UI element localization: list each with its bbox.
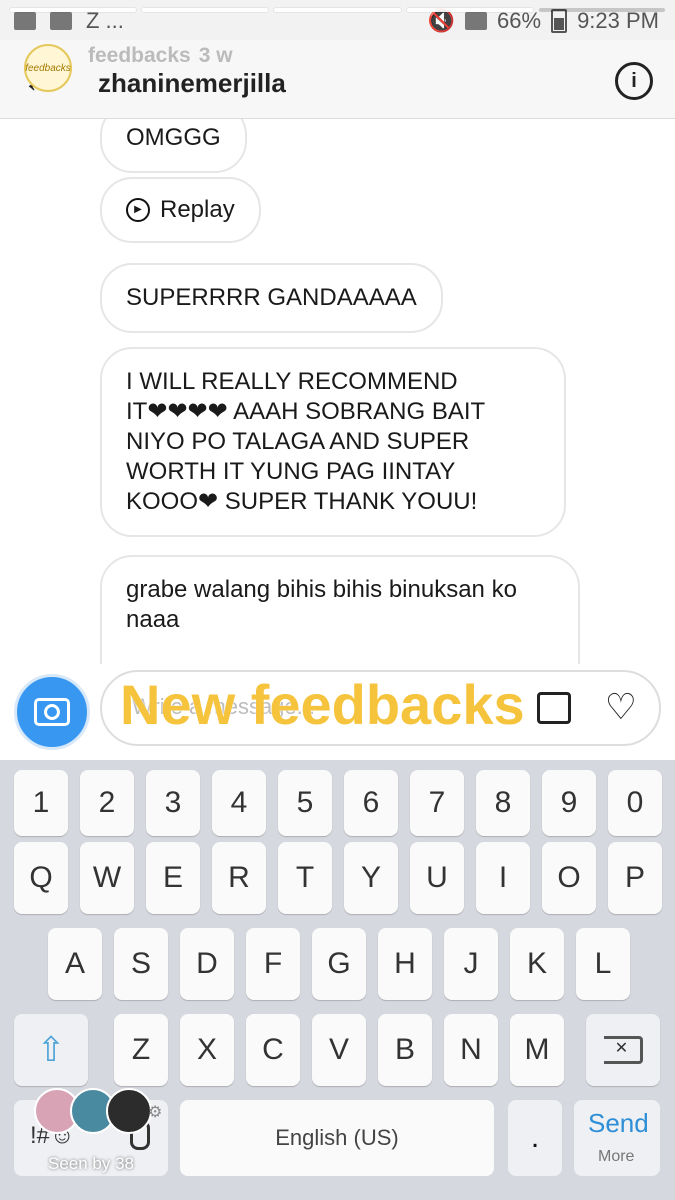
key-6[interactable]: 6 — [344, 770, 398, 836]
viewer-avatar — [106, 1088, 152, 1134]
story-progress-segment — [406, 8, 533, 12]
backspace-icon: ✕ — [603, 1036, 643, 1064]
story-avatar[interactable]: feedbacks — [24, 44, 72, 92]
gallery-icon[interactable] — [537, 692, 571, 724]
key-b[interactable]: B — [378, 1014, 432, 1086]
message-list[interactable]: OMGGG ▶ Replay SUPERRRR GANDAAAAA I WILL… — [0, 119, 675, 664]
key-p[interactable]: P — [608, 842, 662, 914]
message-bubble[interactable]: OMGGG — [100, 119, 247, 173]
key-r[interactable]: R — [212, 842, 266, 914]
key-u[interactable]: U — [410, 842, 464, 914]
key-7[interactable]: 7 — [410, 770, 464, 836]
message-bubble[interactable]: I WILL REALLY RECOMMEND IT❤❤❤❤ AAAH SOBR… — [100, 347, 566, 537]
more-label: More — [598, 1148, 635, 1165]
key-a[interactable]: A — [48, 928, 102, 1000]
key-c[interactable]: C — [246, 1014, 300, 1086]
key-9[interactable]: 9 — [542, 770, 596, 836]
space-key[interactable]: English (US) — [180, 1100, 494, 1176]
shift-key[interactable]: ⇧ — [14, 1014, 88, 1086]
gallery-notification-icon — [14, 12, 36, 30]
key-j[interactable]: J — [444, 928, 498, 1000]
story-progress-segment — [142, 8, 269, 12]
key-5[interactable]: 5 — [278, 770, 332, 836]
story-sticker-text: New feedbacks — [120, 673, 525, 736]
story-progress-segment — [538, 8, 666, 12]
key-x[interactable]: X — [180, 1014, 234, 1086]
info-glyph: i — [631, 69, 637, 92]
key-e[interactable]: E — [146, 842, 200, 914]
message-bubble[interactable]: grabe walang bihis bihis binuksan ko naa… — [100, 555, 580, 664]
key-w[interactable]: W — [80, 842, 134, 914]
message-bubble[interactable]: SUPERRRR GANDAAAAA — [100, 263, 443, 333]
key-3[interactable]: 3 — [146, 770, 200, 836]
story-account-name: feedbacks — [88, 44, 191, 67]
key-4[interactable]: 4 — [212, 770, 266, 836]
send-label: Send — [588, 1108, 649, 1138]
key-i[interactable]: I — [476, 842, 530, 914]
signal-icon — [465, 12, 488, 30]
status-bar: Z ... 🔇 66% 9:23 PM — [0, 0, 675, 40]
key-l[interactable]: L — [576, 928, 630, 1000]
story-avatar-text: feedbacks — [25, 62, 71, 74]
key-d[interactable]: D — [180, 928, 234, 1000]
key-f[interactable]: F — [246, 928, 300, 1000]
key-h[interactable]: H — [378, 928, 432, 1000]
message-notification-icon — [50, 12, 72, 30]
seen-by-avatars[interactable] — [34, 1088, 154, 1134]
story-account[interactable]: feedbacks 3 w — [88, 44, 233, 68]
camera-icon — [34, 698, 70, 726]
key-s[interactable]: S — [114, 928, 168, 1000]
key-0[interactable]: 0 — [608, 770, 662, 836]
heart-outline-icon[interactable]: ♡ — [605, 686, 637, 728]
key-n[interactable]: N — [444, 1014, 498, 1086]
gear-icon[interactable]: ⚙ — [148, 1102, 162, 1122]
replay-label: Replay — [160, 196, 235, 223]
info-icon[interactable]: i — [615, 62, 653, 100]
thread-title[interactable]: zhaninemerjilla — [98, 68, 286, 99]
thread-header: ← feedbacks feedbacks3 w zhaninemerjilla… — [0, 40, 675, 119]
key-v[interactable]: V — [312, 1014, 366, 1086]
story-progress — [10, 8, 666, 12]
key-8[interactable]: 8 — [476, 770, 530, 836]
story-progress-segment — [10, 8, 137, 12]
play-icon: ▶ — [126, 198, 150, 222]
key-k[interactable]: K — [510, 928, 564, 1000]
shift-icon: ⇧ — [36, 1031, 66, 1069]
key-t[interactable]: T — [278, 842, 332, 914]
key-o[interactable]: O — [542, 842, 596, 914]
story-age: 3 w — [198, 44, 233, 67]
send-key[interactable]: Send More — [574, 1100, 660, 1176]
seen-by-count[interactable]: Seen by 38 — [48, 1154, 134, 1174]
period-key[interactable]: . — [508, 1100, 562, 1176]
key-m[interactable]: M — [510, 1014, 564, 1086]
camera-button[interactable] — [14, 674, 90, 750]
keyboard: 1 2 3 4 5 6 7 8 9 0 Q W E R T Y U I O P … — [0, 760, 675, 1200]
key-2[interactable]: 2 — [80, 770, 134, 836]
backspace-key[interactable]: ✕ — [586, 1014, 660, 1086]
key-q[interactable]: Q — [14, 842, 68, 914]
replay-bubble[interactable]: ▶ Replay — [100, 177, 261, 243]
key-z[interactable]: Z — [114, 1014, 168, 1086]
key-1[interactable]: 1 — [14, 770, 68, 836]
story-progress-segment — [274, 8, 401, 12]
battery-icon — [551, 9, 568, 33]
key-g[interactable]: G — [312, 928, 366, 1000]
key-y[interactable]: Y — [344, 842, 398, 914]
